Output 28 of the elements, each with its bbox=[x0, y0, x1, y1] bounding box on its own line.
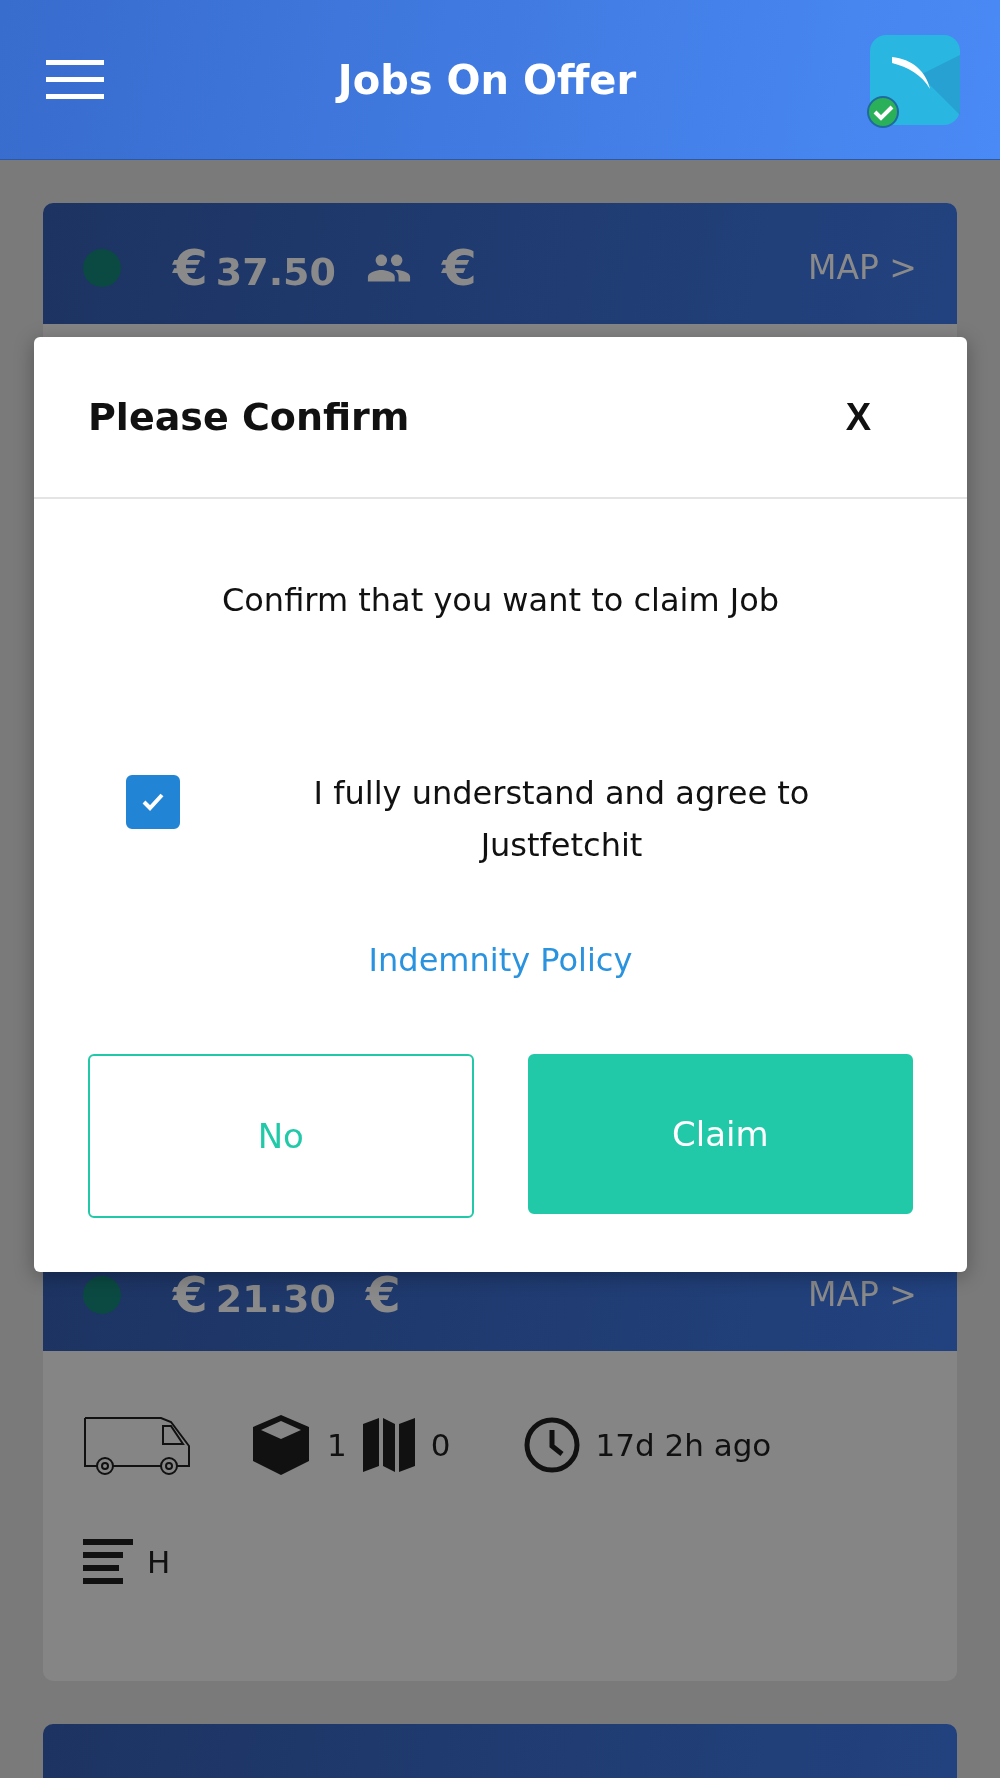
price: € 21.30 bbox=[173, 1268, 336, 1326]
map-link[interactable]: MAP > bbox=[807, 1268, 917, 1322]
check-icon bbox=[141, 792, 165, 812]
dialog-title: Please Confirm bbox=[88, 395, 410, 439]
price: € 37.50 bbox=[173, 241, 336, 299]
menu-icon[interactable] bbox=[46, 59, 104, 100]
status-dot bbox=[83, 249, 121, 287]
notes-text: H bbox=[147, 1544, 171, 1580]
confirm-message: Confirm that you want to claim Job bbox=[221, 581, 780, 619]
status-dot bbox=[83, 1276, 121, 1314]
van-icon bbox=[83, 1414, 191, 1476]
close-button[interactable]: X bbox=[845, 395, 871, 439]
notes-icon bbox=[83, 1539, 133, 1585]
agree-checkbox[interactable] bbox=[126, 775, 180, 829]
cancel-button[interactable]: No bbox=[88, 1054, 474, 1218]
payment-symbol: € bbox=[442, 241, 477, 295]
payment-symbol: € bbox=[366, 1268, 401, 1322]
stop-count: 0 bbox=[430, 1427, 451, 1463]
item-count: 1 bbox=[327, 1427, 347, 1463]
policy-link[interactable]: Indemnity Policy bbox=[368, 941, 633, 979]
clock-icon bbox=[523, 1416, 582, 1474]
agreement-text: I fully understand and agree to Justfetchit bbox=[312, 773, 811, 866]
posted-time: 17d 2h ago bbox=[595, 1427, 772, 1463]
map-icon bbox=[360, 1416, 417, 1474]
claim-button[interactable]: Claim bbox=[527, 1054, 913, 1214]
map-link[interactable]: MAP > bbox=[807, 241, 917, 295]
page-title: Jobs On Offer bbox=[337, 56, 637, 103]
app-logo[interactable] bbox=[870, 34, 960, 125]
